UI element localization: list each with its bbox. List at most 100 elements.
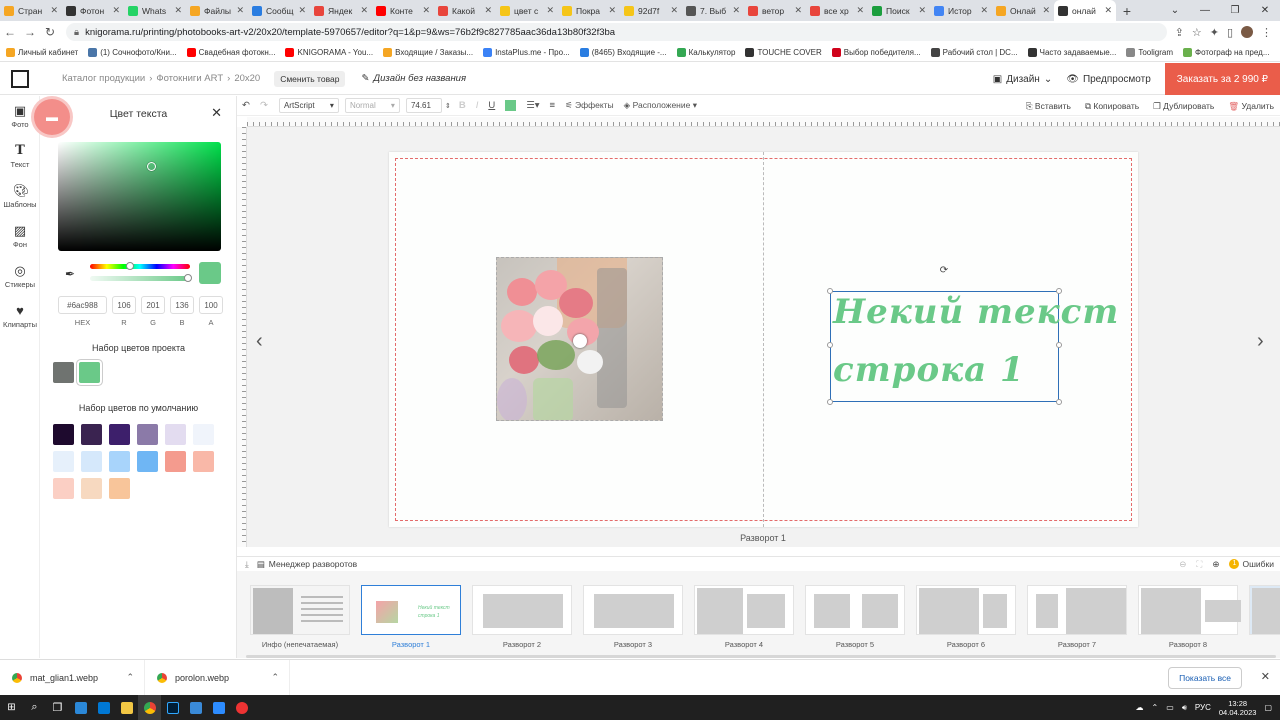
spread-thumbnail[interactable] bbox=[916, 585, 1016, 635]
close-tab-icon[interactable]: ✕ bbox=[484, 5, 492, 16]
new-tab-icon[interactable]: + bbox=[1116, 0, 1138, 21]
effects-button[interactable]: ⚟ Эффекты bbox=[565, 100, 614, 111]
close-window-icon[interactable]: ✕ bbox=[1250, 0, 1280, 21]
browser-tab[interactable]: онлай ✕ bbox=[1054, 0, 1116, 21]
saturation-value-picker[interactable] bbox=[58, 142, 221, 251]
close-tab-icon[interactable]: ✕ bbox=[298, 5, 306, 16]
chat-icon[interactable]: ▬ bbox=[34, 99, 70, 135]
network-icon[interactable]: ▭ bbox=[1166, 703, 1174, 712]
chevron-down-icon[interactable]: ⌄ bbox=[1160, 0, 1190, 21]
font-select[interactable]: ArtScript ▾ bbox=[278, 98, 339, 113]
browser-tab[interactable]: Поиск ✕ bbox=[868, 0, 930, 21]
browser-tab[interactable]: Онлай ✕ bbox=[992, 0, 1054, 21]
default-color-swatch[interactable] bbox=[137, 424, 158, 445]
browser-tab[interactable]: все хр ✕ bbox=[806, 0, 868, 21]
bookmark-item[interactable]: TOUCHE COVER bbox=[745, 47, 822, 57]
cloud-icon[interactable]: ☁ bbox=[1136, 703, 1144, 712]
url-field[interactable]: 🔒︎ knigorama.ru/printing/photobooks-art-… bbox=[66, 23, 1167, 41]
close-tab-icon[interactable]: ✕ bbox=[980, 5, 988, 16]
close-icon[interactable]: ✕ bbox=[211, 105, 222, 121]
show-all-button[interactable]: Показать все bbox=[1168, 667, 1242, 689]
spread-thumbnail[interactable] bbox=[1138, 585, 1241, 635]
browser-tab[interactable]: 92d7f ✕ bbox=[620, 0, 682, 21]
default-color-swatch[interactable] bbox=[53, 424, 74, 445]
resize-handle[interactable] bbox=[1056, 399, 1062, 405]
close-tab-icon[interactable]: ✕ bbox=[918, 5, 926, 16]
default-color-swatch[interactable] bbox=[109, 424, 130, 445]
zoom-in-icon[interactable]: ⊕ bbox=[1212, 559, 1219, 570]
italic-icon[interactable]: I bbox=[476, 100, 479, 111]
close-tab-icon[interactable]: ✕ bbox=[1104, 5, 1112, 16]
browser-tab[interactable]: Стран ✕ bbox=[0, 0, 62, 21]
default-color-swatch[interactable] bbox=[81, 451, 102, 472]
design-name[interactable]: ✎ Дизайн без названия bbox=[361, 73, 466, 84]
order-button[interactable]: Заказать за 2 990 ₽ bbox=[1164, 63, 1280, 95]
delete-button[interactable]: 🗑︎ Удалить bbox=[1228, 101, 1274, 112]
close-tab-icon[interactable]: ✕ bbox=[174, 5, 182, 16]
close-tab-icon[interactable]: ✕ bbox=[856, 5, 864, 16]
menu-icon[interactable]: ⋮ bbox=[1261, 26, 1272, 39]
spread-page[interactable]: ⟳ Некий текст строка 1 bbox=[389, 152, 1138, 527]
photo-placeholder[interactable] bbox=[496, 257, 663, 421]
close-tab-icon[interactable]: ✕ bbox=[236, 5, 244, 16]
crumb-catalog[interactable]: Каталог продукции bbox=[62, 73, 145, 84]
logo[interactable] bbox=[0, 63, 40, 95]
browser-tab[interactable]: Какой ✕ bbox=[434, 0, 496, 21]
mail-icon[interactable] bbox=[92, 695, 115, 720]
insert-button[interactable]: ⎘ Вставить bbox=[1026, 101, 1071, 112]
spread-thumbnail[interactable] bbox=[583, 585, 683, 635]
browser-tab[interactable]: Файлы ✕ bbox=[186, 0, 248, 21]
spread-thumbnail[interactable] bbox=[250, 585, 350, 635]
start-icon[interactable]: ⊞ bbox=[0, 695, 23, 720]
sidebar-item-text[interactable]: T Текст bbox=[0, 136, 40, 176]
browser-tab[interactable]: Покра ✕ bbox=[558, 0, 620, 21]
close-tab-icon[interactable]: ✕ bbox=[732, 5, 740, 16]
g-field[interactable]: 201 bbox=[141, 296, 165, 314]
zoom-out-icon[interactable]: ⊖ bbox=[1179, 559, 1186, 570]
project-color-swatch[interactable] bbox=[53, 362, 74, 383]
download-item[interactable]: porolon.webp ⌃ bbox=[145, 659, 290, 696]
font-size-field[interactable]: 74.61 bbox=[405, 98, 442, 113]
spread-thumbnail[interactable] bbox=[805, 585, 905, 635]
underline-icon[interactable]: U bbox=[488, 100, 495, 111]
close-tab-icon[interactable]: ✕ bbox=[422, 5, 430, 16]
bold-icon[interactable]: B bbox=[459, 100, 466, 111]
fit-icon[interactable]: ⛶ bbox=[1196, 559, 1202, 570]
resize-handle[interactable] bbox=[1056, 288, 1062, 294]
design-menu[interactable]: ▣ Дизайн ⌄ bbox=[993, 74, 1052, 85]
extensions-icon[interactable]: ✦ bbox=[1210, 26, 1219, 39]
line-spacing-icon[interactable]: ☰▾ bbox=[526, 100, 539, 111]
text-color-button[interactable] bbox=[505, 100, 517, 111]
close-tab-icon[interactable]: ✕ bbox=[794, 5, 802, 16]
default-color-swatch[interactable] bbox=[53, 478, 74, 499]
hex-field[interactable]: #6ac988 bbox=[58, 296, 107, 314]
photos-icon[interactable] bbox=[184, 695, 207, 720]
language-indicator[interactable]: РУС bbox=[1195, 703, 1211, 712]
project-color-swatch[interactable] bbox=[79, 362, 100, 383]
redo-icon[interactable]: ↷ bbox=[260, 100, 268, 111]
prev-spread-icon[interactable]: ‹ bbox=[256, 330, 263, 353]
crumb-size[interactable]: 20x20 bbox=[234, 73, 260, 84]
sidebar-item-stickers[interactable]: ◎ Стикеры bbox=[0, 256, 40, 296]
default-color-swatch[interactable] bbox=[193, 451, 214, 472]
rotate-icon[interactable]: ⟳ bbox=[938, 265, 950, 277]
bookmark-item[interactable]: Tooligram bbox=[1126, 47, 1173, 57]
store-icon[interactable] bbox=[69, 695, 92, 720]
default-color-swatch[interactable] bbox=[137, 451, 158, 472]
browser-tab[interactable]: цвет с ✕ bbox=[496, 0, 558, 21]
style-select[interactable]: Normal ▾ bbox=[344, 98, 400, 113]
default-color-swatch[interactable] bbox=[193, 424, 214, 445]
share-icon[interactable]: ⇪ bbox=[1175, 26, 1184, 39]
text-frame[interactable]: Некий текст строка 1 bbox=[827, 288, 1118, 405]
bookmark-item[interactable]: InstaPlus.me - Про... bbox=[483, 47, 570, 57]
close-tab-icon[interactable]: ✕ bbox=[360, 5, 368, 16]
preview-button[interactable]: 👁︎ Предпросмотр bbox=[1066, 74, 1151, 85]
resize-handle[interactable] bbox=[827, 288, 833, 294]
hue-slider[interactable] bbox=[90, 262, 190, 270]
bookmark-item[interactable]: Свадебная фотокн... bbox=[186, 47, 275, 57]
bookmark-item[interactable]: (8465) Входящие -... bbox=[579, 47, 667, 57]
align-icon[interactable]: ≡ bbox=[550, 100, 556, 111]
chevron-up-icon[interactable]: ⌃ bbox=[271, 672, 279, 683]
thumbnails-scrollbar[interactable] bbox=[246, 655, 1276, 658]
browser-tab[interactable]: ветор ✕ bbox=[744, 0, 806, 21]
